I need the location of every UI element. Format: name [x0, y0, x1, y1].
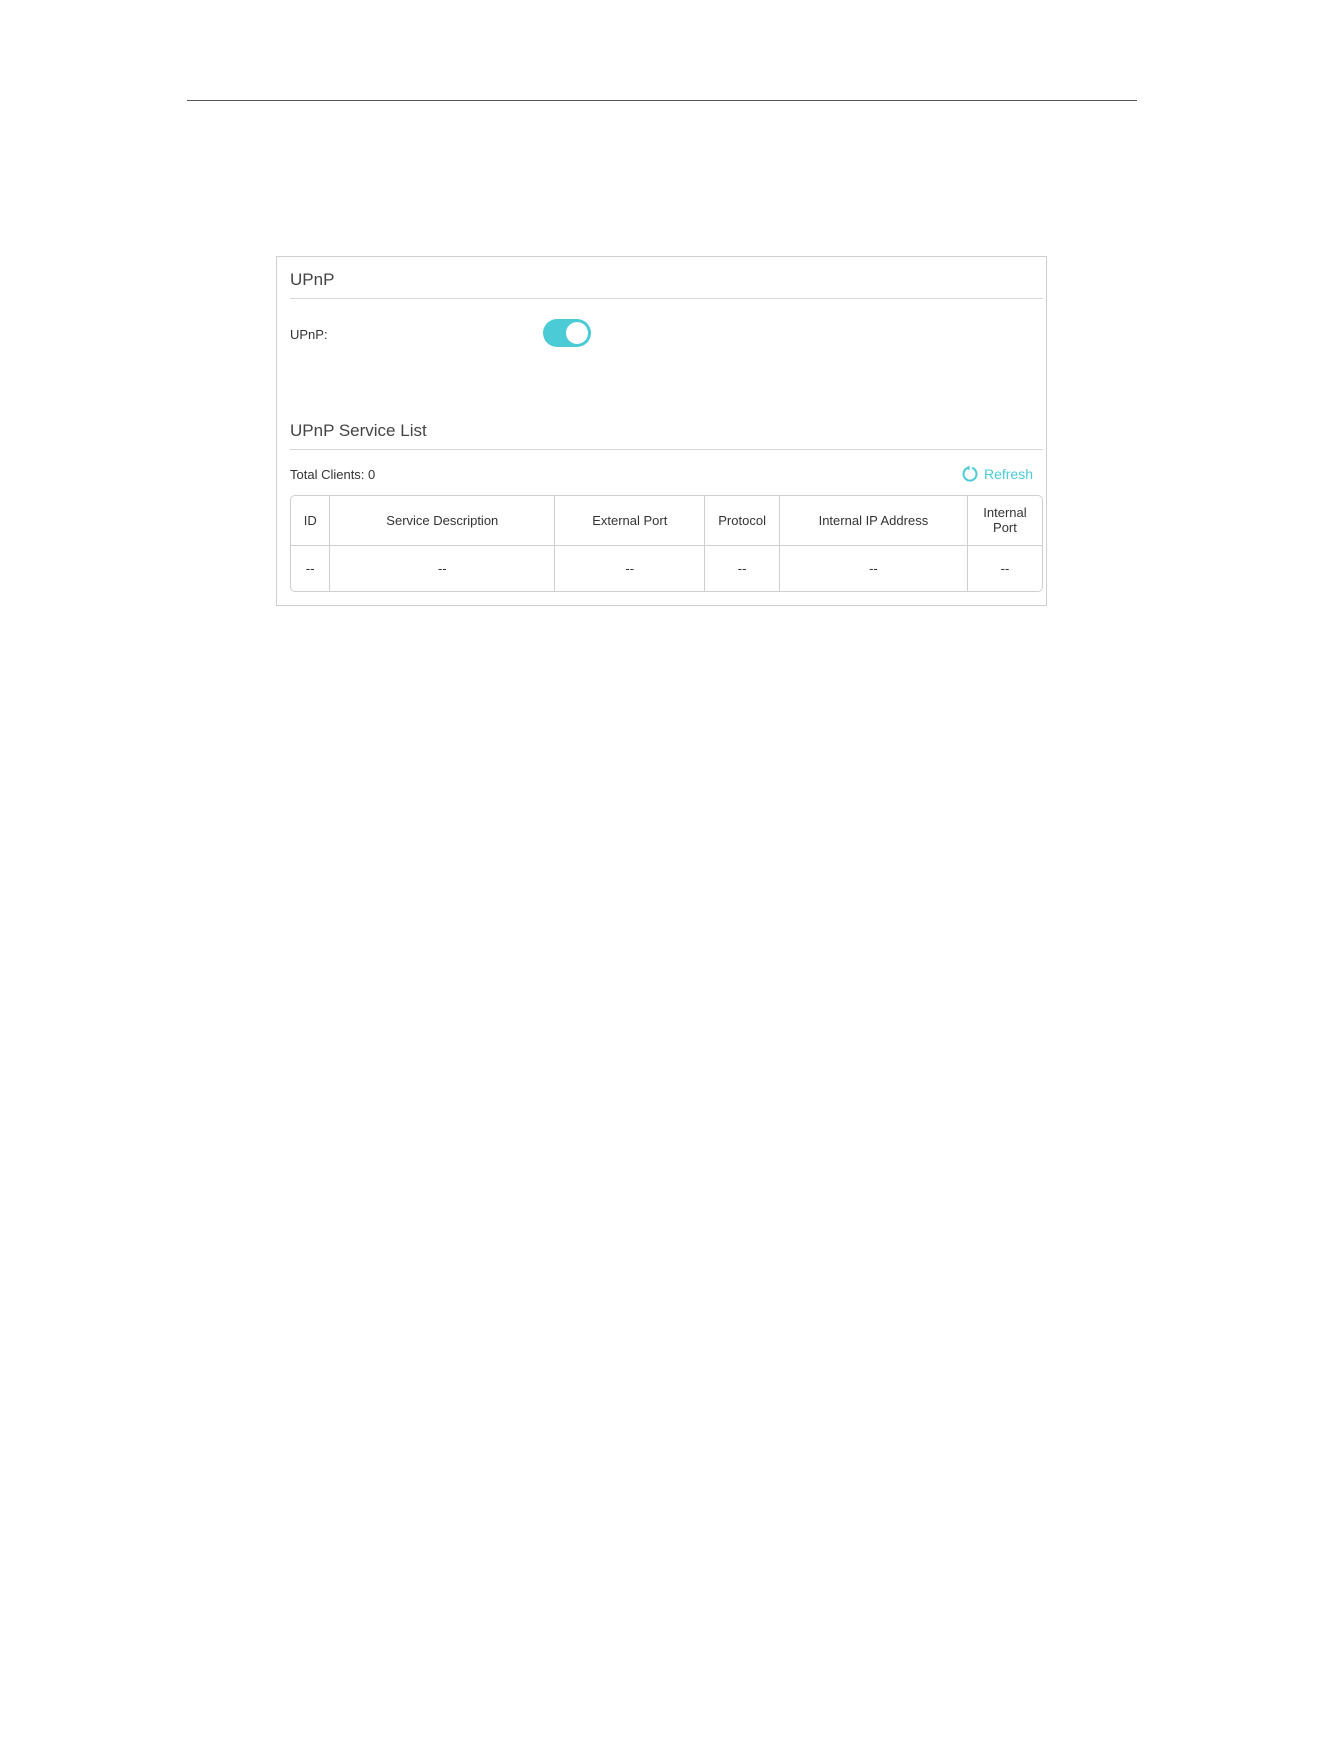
cell-internal-ip-address: -- — [779, 545, 968, 591]
upnp-toggle[interactable] — [543, 319, 591, 347]
upnp-section-divider — [290, 298, 1043, 299]
cell-protocol: -- — [704, 545, 780, 591]
upnp-toggle-knob — [566, 322, 588, 344]
column-header-external-port: External Port — [554, 496, 706, 546]
upnp-section-title: UPnP — [290, 270, 335, 289]
table-header-row: ID Service Description External Port Pro… — [291, 496, 1042, 546]
table-row: -- -- -- -- -- -- — [291, 545, 1042, 591]
upnp-toggle-label: UPnP: — [290, 327, 328, 342]
page-header-rule — [187, 100, 1137, 101]
cell-service-description: -- — [329, 545, 556, 591]
cell-external-port: -- — [554, 545, 706, 591]
cell-id: -- — [291, 545, 331, 591]
column-header-internal-port: Internal Port — [967, 496, 1042, 546]
refresh-icon — [961, 465, 979, 483]
cell-internal-port: -- — [1000, 560, 1010, 576]
service-list-title: UPnP Service List — [290, 421, 427, 440]
refresh-label: Refresh — [983, 466, 1033, 482]
total-clients-count: Total Clients: 0 — [290, 467, 376, 482]
service-list-table: ID Service Description External Port Pro… — [290, 495, 1043, 592]
upnp-panel: UPnP UPnP: UPnP Service List Total Clien… — [276, 256, 1047, 606]
column-header-service-description: Service Description — [329, 496, 556, 546]
column-header-internal-ip-address: Internal IP Address — [779, 496, 968, 546]
column-header-id: ID — [291, 496, 331, 546]
column-header-protocol: Protocol — [704, 496, 780, 546]
refresh-button[interactable]: Refresh — [961, 465, 1033, 483]
service-list-divider — [290, 449, 1043, 450]
